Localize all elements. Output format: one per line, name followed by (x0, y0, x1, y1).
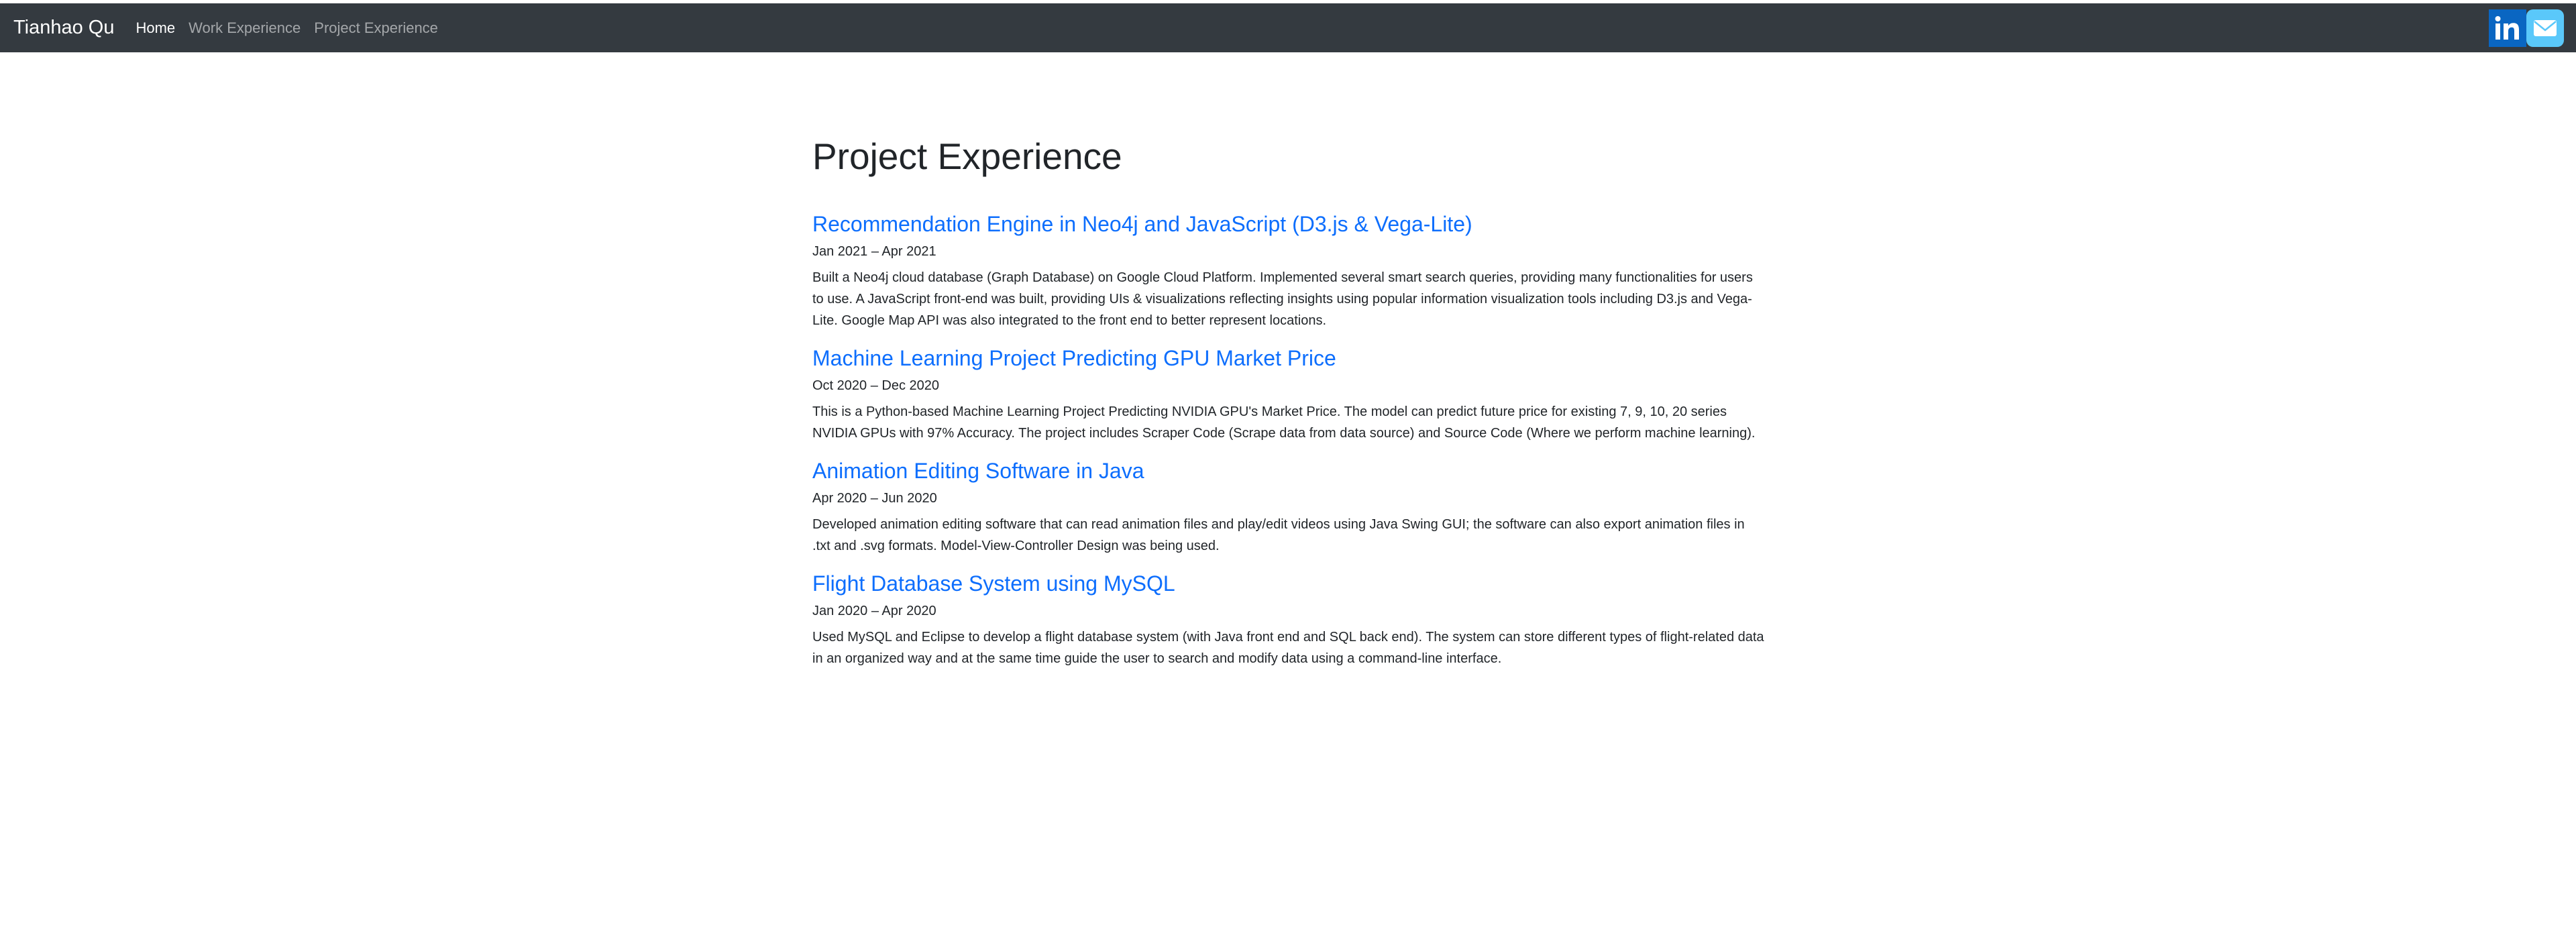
project-title-link[interactable]: Flight Database System using MySQL (812, 570, 1175, 597)
project-item: Flight Database System using MySQL Jan 2… (812, 570, 1765, 669)
project-date: Oct 2020 – Dec 2020 (812, 378, 940, 393)
nav-link-project-experience[interactable]: Project Experience (314, 19, 438, 37)
project-date: Jan 2021 – Apr 2021 (812, 244, 936, 259)
project-title-link[interactable]: Recommendation Engine in Neo4j and JavaS… (812, 211, 1472, 237)
social-links (2489, 9, 2564, 47)
mail-icon[interactable] (2526, 9, 2564, 47)
project-description: Built a Neo4j cloud database (Graph Data… (812, 270, 1753, 328)
project-title-link[interactable]: Animation Editing Software in Java (812, 457, 1144, 484)
project-item: Recommendation Engine in Neo4j and JavaS… (812, 211, 1765, 331)
nav-link-work-experience[interactable]: Work Experience (189, 19, 301, 37)
project-item: Machine Learning Project Predicting GPU … (812, 345, 1765, 444)
project-title-link[interactable]: Machine Learning Project Predicting GPU … (812, 345, 1336, 372)
main-content: Project Experience Recommendation Engine… (812, 134, 1765, 683)
project-description: This is a Python-based Machine Learning … (812, 404, 1756, 441)
linkedin-icon[interactable] (2489, 9, 2526, 47)
page-title: Project Experience (812, 135, 1122, 177)
project-item: Animation Editing Software in Java Apr 2… (812, 457, 1765, 557)
project-description: Developed animation editing software tha… (812, 517, 1745, 553)
project-date: Jan 2020 – Apr 2020 (812, 604, 936, 618)
project-description: Used MySQL and Eclipse to develop a flig… (812, 630, 1764, 666)
nav-link-home[interactable]: Home (136, 19, 175, 37)
top-navbar: Tianhao Qu Home Work Experience Project … (0, 3, 2576, 52)
project-date: Apr 2020 – Jun 2020 (812, 491, 937, 506)
brand-name[interactable]: Tianhao Qu (13, 17, 114, 39)
